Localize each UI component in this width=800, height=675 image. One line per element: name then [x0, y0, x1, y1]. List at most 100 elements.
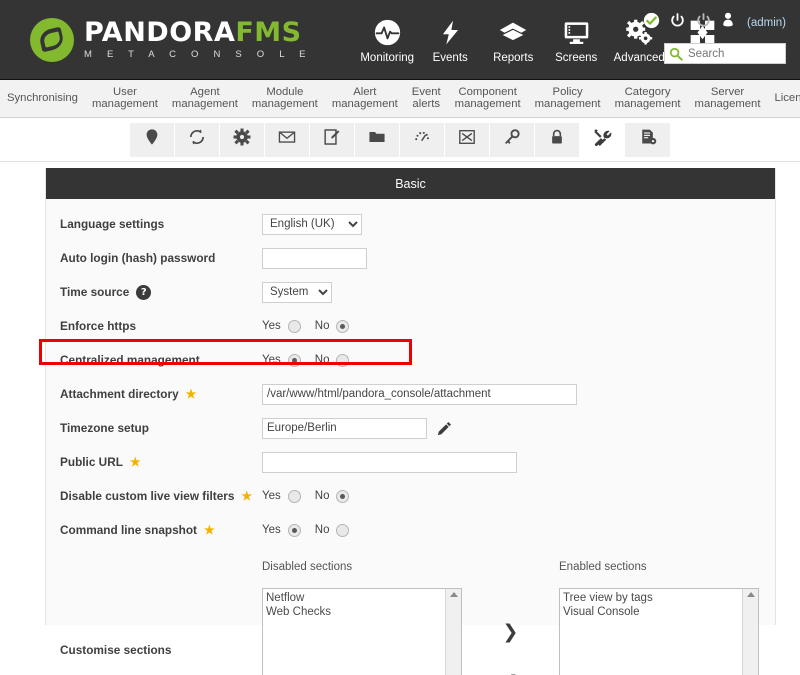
star-icon: ★	[204, 523, 215, 537]
toolbar-button-chart[interactable]	[445, 122, 490, 157]
scroll-up-arrow-icon[interactable]	[449, 592, 458, 597]
auto-login-hash-input[interactable]	[262, 247, 367, 269]
disabled-sections-listbox[interactable]: Netflow Web Checks	[262, 588, 462, 675]
check-circle-icon[interactable]	[643, 12, 660, 34]
nav-item-screens[interactable]: Screens	[545, 15, 608, 64]
file-settings-icon	[639, 128, 657, 151]
radio-label-no: No	[314, 524, 330, 536]
menu-item-synchronising[interactable]: Synchronising	[0, 80, 85, 117]
toolbar-button-lock[interactable]	[535, 122, 580, 157]
disabled-sections-scrollbar[interactable]	[445, 589, 461, 675]
toolbar-button-edit[interactable]	[310, 122, 355, 157]
row-disable-live-view-filters: Disable custom live view filters ★ Yes N…	[46, 479, 775, 513]
public-url-input[interactable]	[262, 451, 517, 473]
toolbar-button-gauge[interactable]	[400, 122, 445, 157]
menu-label-line2: management	[534, 97, 601, 110]
menu-item-module-management[interactable]: Module management	[245, 80, 325, 117]
brand-name-secondary: FMS	[235, 17, 302, 49]
command-line-snapshot-radio-group: Yes No	[262, 523, 350, 537]
timezone-setup-input[interactable]	[262, 417, 427, 439]
command-line-snapshot-radio-no[interactable]	[336, 523, 350, 537]
edit-document-icon	[323, 128, 341, 151]
attachment-directory-input[interactable]	[262, 383, 577, 405]
menu-item-policy-management[interactable]: Policy management	[528, 80, 608, 117]
radio-label-no: No	[314, 354, 330, 366]
label-auto-login: Auto login (hash) password	[60, 251, 216, 265]
move-right-button[interactable]: ❯	[503, 623, 519, 642]
enforce-https-radio-yes[interactable]	[287, 319, 301, 333]
disable-live-view-filters-radio-no[interactable]	[336, 489, 350, 503]
star-icon: ★	[185, 387, 197, 401]
menu-item-event-alerts[interactable]: Event alerts	[405, 80, 448, 117]
toolbar-button-location[interactable]	[130, 122, 175, 157]
key-icon	[503, 128, 521, 151]
toolbar-button-key[interactable]	[490, 122, 535, 157]
enabled-sections-scrollbar[interactable]	[742, 589, 758, 675]
menu-label-line2: management	[614, 97, 681, 110]
list-item[interactable]: Netflow	[266, 591, 445, 605]
list-item[interactable]: Tree view by tags	[563, 591, 742, 605]
language-select[interactable]: English (UK)	[262, 213, 362, 235]
transfer-buttons: ❯ ❮	[462, 561, 559, 675]
disabled-sections-column: Disabled sections Netflow Web Checks	[262, 561, 462, 675]
help-icon[interactable]: ?	[136, 284, 152, 300]
centralized-management-radio-yes[interactable]	[287, 353, 301, 367]
user-icon[interactable]	[721, 12, 735, 34]
label-text: Attachment directory	[60, 387, 179, 401]
toolbar-button-mail[interactable]	[265, 122, 310, 157]
enabled-sections-listbox[interactable]: Tree view by tags Visual Console	[559, 588, 759, 675]
page-body: Basic Language settings English (UK) Aut…	[0, 162, 800, 675]
menu-item-category-management[interactable]: Category management	[608, 80, 688, 117]
enforce-https-radio-no[interactable]	[336, 319, 350, 333]
scroll-up-arrow-icon[interactable]	[746, 592, 755, 597]
disable-live-view-filters-radio-yes[interactable]	[287, 489, 301, 503]
list-item[interactable]: Visual Console	[563, 605, 742, 619]
radio-label-no: No	[314, 490, 330, 502]
list-item[interactable]: Web Checks	[266, 605, 445, 619]
search-box[interactable]	[664, 43, 786, 64]
command-line-snapshot-radio-yes[interactable]	[287, 523, 301, 537]
menu-label-line2: management	[331, 97, 398, 110]
basic-settings-form: Language settings English (UK) Auto logi…	[39, 207, 775, 675]
monitoring-heartbeat-icon	[374, 17, 401, 47]
menu-label-line2: management	[91, 97, 158, 110]
menu-label-line2: management	[251, 97, 318, 110]
menu-item-user-management[interactable]: User management	[85, 80, 165, 117]
menu-label-line1: Component	[458, 85, 517, 98]
lightning-bolt-icon	[437, 17, 464, 47]
nav-item-events[interactable]: Events	[419, 15, 482, 64]
menu-item-licence[interactable]: Licence	[767, 80, 800, 117]
power-icon[interactable]	[669, 12, 686, 34]
centralized-management-radio-group: Yes No	[262, 353, 350, 367]
toolbar-button-file-settings[interactable]	[625, 122, 670, 157]
toolbar-button-folder[interactable]	[355, 122, 400, 157]
label-timezone-setup: Timezone setup	[60, 421, 149, 435]
disabled-sections-header: Disabled sections	[262, 561, 353, 573]
row-auto-login: Auto login (hash) password	[46, 241, 775, 275]
radio-label-no: No	[314, 320, 330, 332]
menu-item-agent-management[interactable]: Agent management	[165, 80, 245, 117]
nav-item-monitoring[interactable]: Monitoring	[356, 15, 419, 64]
chart-box-icon	[458, 128, 476, 151]
folder-icon	[368, 128, 386, 151]
nav-item-reports[interactable]: Reports	[482, 15, 545, 64]
nav-label: Monitoring	[360, 52, 415, 64]
refresh-icon[interactable]	[695, 12, 712, 34]
centralized-management-radio-no[interactable]	[336, 353, 350, 367]
pencil-icon[interactable]	[436, 420, 453, 437]
toolbar-button-tools[interactable]	[580, 122, 625, 157]
search-input[interactable]	[683, 46, 785, 61]
time-source-select[interactable]: System	[262, 281, 332, 303]
brand-logo[interactable]: PANDORAFMS M E T A C O N S O L E	[30, 17, 312, 62]
row-command-line-snapshot: Command line snapshot ★ Yes No	[46, 513, 775, 547]
label-text: Command line snapshot	[60, 523, 197, 537]
row-customise-sections: Customise sections Disabled sections Net…	[46, 561, 775, 675]
label-text: Public URL	[60, 455, 123, 469]
menu-item-component-management[interactable]: Component management	[448, 80, 528, 117]
menu-item-alert-management[interactable]: Alert management	[325, 80, 405, 117]
toolbar-button-sync[interactable]	[175, 122, 220, 157]
monitor-screen-icon	[563, 17, 590, 47]
menu-item-server-management[interactable]: Server management	[688, 80, 768, 117]
toolbar-button-settings[interactable]	[220, 122, 265, 157]
nav-label: Events	[432, 52, 468, 64]
